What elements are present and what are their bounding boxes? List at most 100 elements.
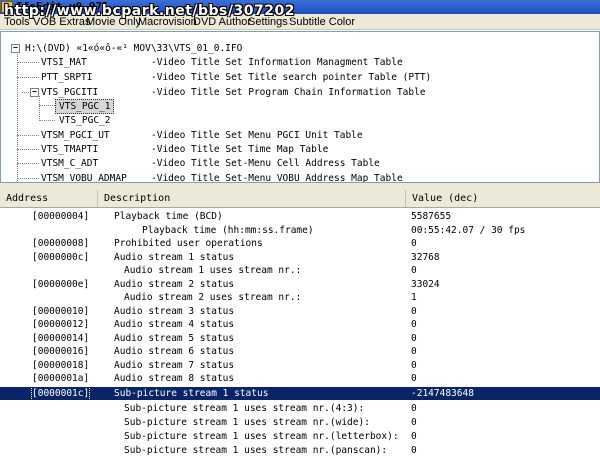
cell-address: [00000018] [32,359,90,371]
column-header-address[interactable]: Address [0,190,98,207]
table-row[interactable]: Sub-picture stream 1 uses stream nr.(let… [0,430,600,443]
tree-node-desc: -Video Title Set Information Managment T… [151,57,403,68]
tree-node-vts-pgc-1[interactable]: VTS_PGC_1 [55,99,115,114]
cell-address: [00000014] [32,332,90,344]
tree-connector [39,96,40,121]
cell-description: Audio stream 2 status [114,278,235,290]
tree-connector [17,77,39,78]
tree-node-ptt-srpti[interactable]: PTT_SRPTI [41,71,92,84]
cell-description: Sub-picture stream 1 uses stream nr.(wid… [124,416,370,428]
cell-value: 0 [411,265,417,276]
cell-description: Sub-picture stream 1 status [114,388,269,399]
table-row[interactable]: Sub-picture stream 1 uses stream nr.(4:3… [0,402,600,415]
table-row[interactable]: [0000000e] Audio stream 2 status 33024 [0,278,600,291]
cell-value: 0 [411,373,417,384]
column-header-value[interactable]: Value (dec) [406,190,600,207]
tree-node-vtsm-pgci-ut[interactable]: VTSM_PGCI_UT [41,129,110,142]
cell-value: 32768 [411,251,440,263]
cell-value: 0 [411,346,417,357]
cell-address: [0000000c] [32,251,90,263]
cell-description: Sub-picture stream 1 uses stream nr.(4:3… [124,402,365,414]
cell-value: 00:55:42.07 / 30 fps [411,224,526,236]
table-row[interactable]: [00000014] Audio stream 5 status 0 [0,332,600,345]
cell-description: Audio stream 1 uses stream nr.: [124,265,302,276]
cell-address: [00000004] [32,211,90,222]
tree-node-desc: -Video Title Set-Menu VOBU Address Map T… [151,173,403,183]
cell-value: 5587655 [411,211,452,222]
cell-description: Audio stream 7 status [114,359,235,371]
table-row[interactable]: [00000008] Prohibited user operations 0 [0,237,600,250]
cell-address: [00000012] [32,319,90,330]
tree-node-desc: -Video Title Set Title search pointer Ta… [151,72,432,83]
table-row[interactable]: Playback time (hh:mm:ss.frame) 00:55:42.… [0,224,600,237]
tree-node-desc: -Video Title Set Program Chain Informati… [151,87,426,98]
tree-node-vts-tmapti[interactable]: VTS_TMAPTI [41,143,98,156]
cell-value: 0 [411,238,417,249]
tree-node-vtsi-mat[interactable]: VTSI_MAT [41,56,87,69]
cell-value: 0 [411,444,417,456]
list-header: Address Description Value (dec) [0,190,600,208]
table-row[interactable]: Audio stream 1 uses stream nr.: 0 [0,264,600,277]
cell-description: Playback time (hh:mm:ss.frame) [142,224,314,236]
cell-address: [00000010] [32,305,90,317]
cell-description: Audio stream 2 uses stream nr.: [124,292,302,303]
cell-value: 0 [411,332,417,344]
cell-value: 33024 [411,278,440,290]
cell-description: Audio stream 3 status [114,305,235,317]
cell-value: 0 [411,305,417,317]
table-row[interactable]: Sub-picture stream 1 uses stream nr.(wid… [0,416,600,429]
cell-description: Prohibited user operations [114,238,263,249]
tree-node-desc: -Video Title Set Menu PGCI Unit Table [151,130,363,141]
cell-value: 0 [411,359,417,371]
cell-address: [0000000e] [32,278,90,290]
tree-node-vtsm-vobu-admap[interactable]: VTSM_VOBU_ADMAP [41,172,127,182]
tree-connector [39,105,55,106]
table-row[interactable]: [00000010] Audio stream 3 status 0 [0,305,600,318]
cell-value: -2147483648 [411,388,474,399]
cell-description: Playback time (BCD) [114,211,223,222]
cell-description: Audio stream 5 status [114,332,235,344]
tree-connector [39,120,55,121]
cell-description: Sub-picture stream 1 uses stream nr.(pan… [124,444,388,456]
collapse-pgciti-icon[interactable]: − [30,88,39,97]
cell-address: [0000001c] [30,386,91,401]
table-row[interactable]: [0000001a] Audio stream 8 status 0 [0,372,600,385]
table-row[interactable]: Sub-picture stream 1 uses stream nr.(pan… [0,444,600,456]
tree-connector [17,54,18,181]
watermark-text: http://www.bcpark.net/bbs/307202 [4,3,295,19]
tree-root-path[interactable]: H:\(DVD) «1«ó«ô-«¹ MOV\33\VTS_01_0.IFO [25,42,242,55]
table-row-selected[interactable]: [0000001c] Sub-picture stream 1 status -… [0,386,600,401]
table-row[interactable]: [00000016] Audio stream 6 status 0 [0,345,600,358]
cell-value: 0 [411,416,417,428]
tree-node-vtsm-c-adt[interactable]: VTSM_C_ADT [41,157,98,170]
tree-node-vts-pgc-2[interactable]: VTS_PGC_2 [59,114,110,127]
tree-node-desc: -Video Title Set-Menu Cell Address Table [151,158,380,169]
tree-connector [17,149,39,150]
table-row[interactable]: [00000012] Audio stream 4 status 0 [0,318,600,331]
collapse-root-icon[interactable]: − [11,44,20,53]
pane-splitter[interactable] [0,183,600,190]
table-row[interactable]: [0000000c] Audio stream 1 status 32768 [0,251,600,264]
tree-node-vts-pgciti[interactable]: VTS_PGCITI [41,86,98,99]
cell-description: Audio stream 4 status [114,319,235,330]
table-row[interactable]: Audio stream 2 uses stream nr.: 1 [0,291,600,304]
tree-connector [17,178,39,179]
column-header-description[interactable]: Description [98,190,406,207]
cell-value: 0 [411,430,417,442]
cell-description: Sub-picture stream 1 uses stream nr.(let… [124,430,399,442]
cell-description: Audio stream 8 status [114,373,235,384]
table-row[interactable]: [00000018] Audio stream 7 status 0 [0,359,600,372]
cell-description: Audio stream 6 status [114,346,235,357]
menu-subtitle-color[interactable]: Subtitle Color [289,14,355,30]
details-list-view[interactable]: Address Description Value (dec) [0000000… [0,190,600,456]
cell-value: 0 [411,402,417,414]
table-row[interactable]: [00000004] Playback time (BCD) 5587655 [0,210,600,223]
cell-address: [00000008] [32,238,90,249]
ifo-tree-view[interactable]: − H:\(DVD) «1«ó«ô-«¹ MOV\33\VTS_01_0.IFO… [0,31,600,183]
tree-connector [17,62,39,63]
cell-address: [00000016] [32,346,90,357]
tree-connector [17,135,39,136]
tree-connector [17,163,39,164]
cell-address: [0000001a] [32,373,90,384]
cell-value: 1 [411,292,417,303]
